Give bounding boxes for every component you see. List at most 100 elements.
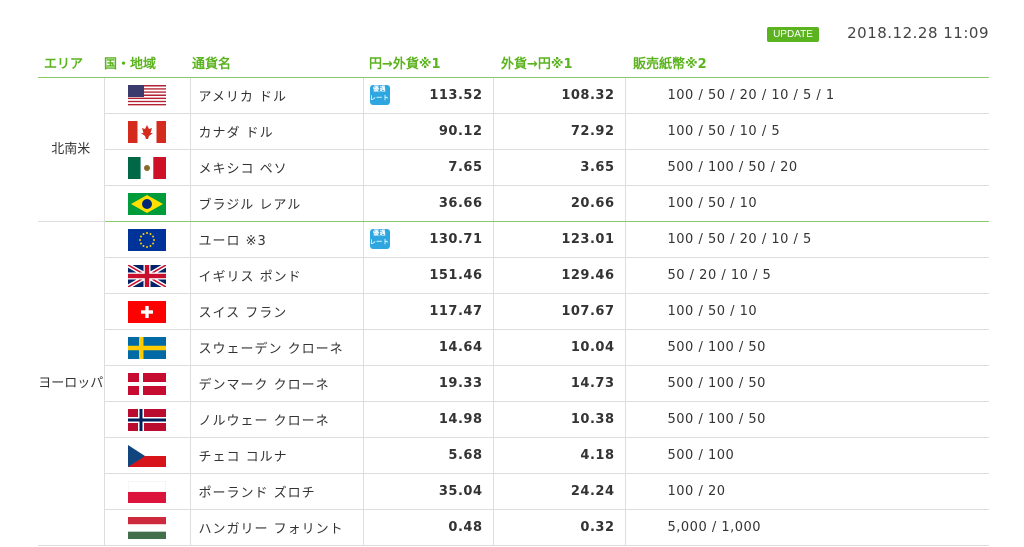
foreign-to-yen-rate: 108.32: [493, 77, 626, 114]
eu-flag-icon: [128, 228, 166, 251]
hungary-flag-icon: [128, 516, 166, 539]
banknote-denominations: 500 / 100: [625, 437, 989, 474]
currency-name: ポーランド ズロチ: [190, 473, 364, 510]
table-row: カナダ ドル 90.12 72.92 100 / 50 / 10 / 5: [38, 113, 989, 150]
canada-flag-icon: [128, 120, 166, 143]
foreign-to-yen-rate: 20.66: [493, 185, 626, 222]
flag-cell: [104, 221, 191, 258]
foreign-to-yen-rate: 72.92: [493, 113, 626, 150]
foreign-to-yen-rate: 107.67: [493, 293, 626, 330]
yen-to-foreign-rate: 0.48: [363, 509, 494, 546]
foreign-to-yen-rate: 14.73: [493, 365, 626, 402]
area-label: ヨーロッパ: [38, 221, 105, 546]
swiss-flag-icon: [128, 300, 166, 323]
table-row: ポーランド ズロチ 35.04 24.24 100 / 20: [38, 473, 989, 510]
buy-value: 14.98: [438, 412, 483, 427]
yen-to-foreign-rate: 19.33: [363, 365, 494, 402]
currency-name: アメリカ ドル: [190, 77, 364, 114]
flag-cell: [104, 365, 191, 402]
flag-cell: [104, 401, 191, 438]
yen-to-foreign-rate: 36.66: [363, 185, 494, 222]
banknote-denominations: 100 / 50 / 20 / 10 / 5 / 1: [625, 77, 989, 114]
table-header-row: エリア 国・地域 通貨名 円→外貨※1 外貨→円※1 販売紙幣※2: [38, 48, 989, 78]
header-notes: 販売紙幣※2: [625, 48, 989, 78]
foreign-to-yen-rate: 24.24: [493, 473, 626, 510]
buy-value: 14.64: [438, 340, 483, 355]
buy-value: 7.65: [448, 160, 483, 175]
currency-name: チェコ コルナ: [190, 437, 364, 474]
banknote-denominations: 100 / 50 / 20 / 10 / 5: [625, 221, 989, 258]
sweden-flag-icon: [128, 336, 166, 359]
table-row: スウェーデン クローネ 14.64 10.04 500 / 100 / 50: [38, 329, 989, 366]
foreign-to-yen-rate: 129.46: [493, 257, 626, 294]
currency-name: メキシコ ペソ: [190, 149, 364, 186]
banknote-denominations: 500 / 100 / 50: [625, 401, 989, 438]
us-flag-icon: [128, 84, 166, 107]
header-currency: 通貨名: [190, 48, 363, 78]
currency-name: ハンガリー フォリント: [190, 509, 364, 546]
buy-value: 90.12: [438, 124, 483, 139]
banknote-denominations: 100 / 20: [625, 473, 989, 510]
flag-cell: [104, 293, 191, 330]
yen-to-foreign-rate: 35.04: [363, 473, 494, 510]
currency-name: スイス フラン: [190, 293, 364, 330]
buy-value: 36.66: [438, 196, 483, 211]
banknote-denominations: 100 / 50 / 10 / 5: [625, 113, 989, 150]
banknote-denominations: 100 / 50 / 10: [625, 185, 989, 222]
buy-value: 130.71: [429, 232, 483, 247]
buy-value: 5.68: [448, 448, 483, 463]
banknote-denominations: 500 / 100 / 50: [625, 365, 989, 402]
table-row: イギリス ポンド 151.46 129.46 50 / 20 / 10 / 5: [38, 257, 989, 294]
table-row: ヨーロッパ ユーロ ※3 優遇 レート 130.71 123.01 100 / 50 / 2…: [38, 221, 989, 546]
flag-cell: [104, 329, 191, 366]
flag-cell: [104, 437, 191, 474]
rate-table: エリア 国・地域 通貨名 円→外貨※1 外貨→円※1 販売紙幣※2 北南米 アメリ…: [38, 48, 989, 546]
norway-flag-icon: [128, 408, 166, 431]
buy-value: 117.47: [429, 304, 483, 319]
currency-name: ノルウェー クローネ: [190, 401, 364, 438]
preferred-rate-icon[interactable]: 優遇 レート: [369, 229, 390, 249]
flag-cell: [104, 77, 191, 114]
buy-value: 19.33: [438, 376, 483, 391]
table-row: チェコ コルナ 5.68 4.18 500 / 100: [38, 437, 989, 474]
table-row: ノルウェー クローネ 14.98 10.38 500 / 100 / 50: [38, 401, 989, 438]
currency-name: ユーロ ※3: [190, 221, 364, 258]
table-row: デンマーク クローネ 19.33 14.73 500 / 100 / 50: [38, 365, 989, 402]
foreign-to-yen-rate: 4.18: [493, 437, 626, 474]
flag-cell: [104, 113, 191, 150]
preferred-rate-line2: レート: [369, 95, 390, 102]
foreign-to-yen-rate: 10.38: [493, 401, 626, 438]
yen-to-foreign-rate: 117.47: [363, 293, 494, 330]
table-row: スイス フラン 117.47 107.67 100 / 50 / 10: [38, 293, 989, 330]
flag-cell: [104, 149, 191, 186]
update-badge: UPDATE: [767, 27, 819, 42]
preferred-rate-line1: 優遇: [372, 86, 386, 93]
uk-flag-icon: [128, 264, 166, 287]
currency-name: ブラジル レアル: [190, 185, 364, 222]
buy-value: 113.52: [429, 88, 483, 103]
yen-to-foreign-rate: 優遇レート 113.52: [363, 77, 494, 114]
foreign-to-yen-rate: 3.65: [493, 149, 626, 186]
brazil-flag-icon: [128, 192, 166, 215]
area-label: 北南米: [38, 77, 105, 222]
banknote-denominations: 100 / 50 / 10: [625, 293, 989, 330]
buy-value: 151.46: [429, 268, 483, 283]
table-row: ハンガリー フォリント 0.48 0.32 5,000 / 1,000: [38, 509, 989, 546]
yen-to-foreign-rate: 14.98: [363, 401, 494, 438]
yen-to-foreign-rate: 7.65: [363, 149, 494, 186]
preferred-rate-icon[interactable]: 優遇 レート: [369, 85, 390, 105]
poland-flag-icon: [128, 480, 166, 503]
currency-name: カナダ ドル: [190, 113, 364, 150]
header-area: エリア: [38, 48, 104, 78]
banknote-denominations: 500 / 100 / 50 / 20: [625, 149, 989, 186]
yen-to-foreign-rate: 5.68: [363, 437, 494, 474]
header-country: 国・地域: [104, 48, 190, 78]
banknote-denominations: 50 / 20 / 10 / 5: [625, 257, 989, 294]
update-row: UPDATE 2018.12.28 11:09: [38, 22, 989, 48]
denmark-flag-icon: [128, 372, 166, 395]
foreign-to-yen-rate: 123.01: [493, 221, 626, 258]
currency-name: デンマーク クローネ: [190, 365, 364, 402]
table-row: ブラジル レアル 36.66 20.66 100 / 50 / 10: [38, 185, 989, 222]
foreign-to-yen-rate: 0.32: [493, 509, 626, 546]
buy-value: 0.48: [448, 520, 483, 535]
